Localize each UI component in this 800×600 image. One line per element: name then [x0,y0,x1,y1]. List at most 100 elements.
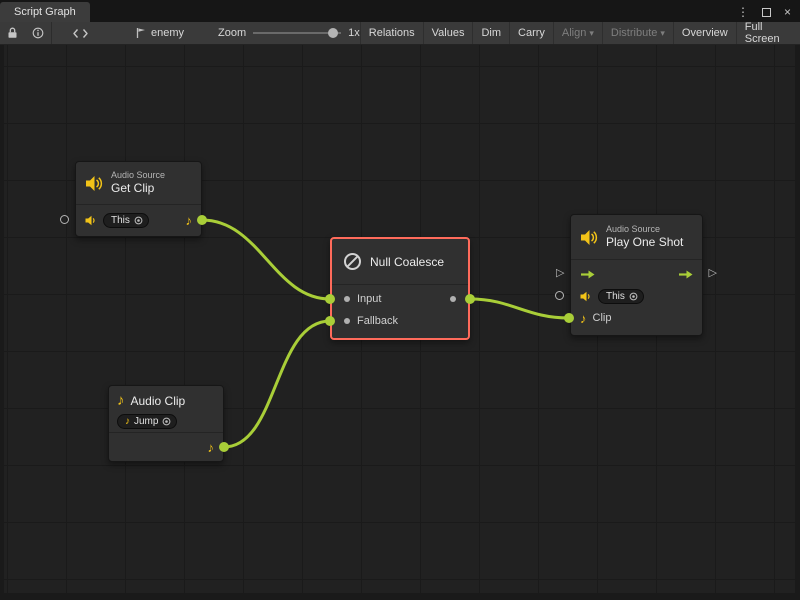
zoom-label: Zoom [218,27,246,39]
lock-icon [7,27,18,39]
port-clip-input-connected[interactable] [564,313,574,323]
flow-out-triangle-icon[interactable]: ▷ [709,268,717,279]
audio-clip-icon: ♪ [580,312,587,325]
node-title: Null Coalesce [370,255,444,269]
graph-asset[interactable]: enemy [135,27,184,39]
node-title: Play One Shot [606,235,683,249]
wire-nullcoalesce-to-clip[interactable] [470,299,569,318]
code-icon [73,28,88,39]
graph-toolbar: enemy Zoom 1x Relations Values Dim Carry… [0,22,800,45]
info-icon [32,27,44,39]
zoom-slider-handle[interactable] [328,28,338,38]
dim-label: Dim [481,27,501,39]
node-null-coalesce[interactable]: Null Coalesce Input Fallback [330,237,470,340]
info-button[interactable] [25,22,51,44]
audio-clip-icon: ♪ [208,441,215,454]
node-titles: Audio Source Play One Shot [606,224,683,249]
align-button[interactable]: Align ▾ [553,22,602,44]
values-button[interactable]: Values [423,22,473,44]
node-get-clip-header[interactable]: Audio Source Get Clip [76,162,201,204]
audio-clip-field-row: ♪ Jump [109,411,223,432]
close-icon[interactable]: × [784,6,791,18]
audio-clip-icon: ♪ [186,214,193,227]
node-play-one-shot-header[interactable]: Audio Source Play One Shot [571,215,702,259]
carry-button[interactable]: Carry [509,22,553,44]
port-this-input[interactable] [555,291,564,300]
menu-icon[interactable]: ⋮ [737,6,749,18]
this-field-value: This [606,291,625,302]
fallback-port-row: Fallback [332,310,468,332]
flow-in-triangle-icon[interactable]: ▷ [556,268,564,279]
result-port-dot[interactable] [450,296,456,302]
audio-source-icon [85,175,104,192]
port-result-output[interactable] [465,294,475,304]
flow-out-arrow-icon[interactable] [678,269,693,280]
tab-label: Script Graph [14,6,76,18]
fallback-port-dot[interactable] [344,318,350,324]
port-value-output[interactable] [219,442,229,452]
relations-button[interactable]: Relations [360,22,423,44]
object-picker-icon[interactable] [162,417,171,426]
window-controls: ⋮ × [737,6,800,22]
this-object-field[interactable]: This [598,289,644,304]
object-picker-icon[interactable] [134,216,143,225]
node-title: Get Clip [111,181,165,195]
input-port-label: Input [357,293,381,305]
audio-clip-icon: ♪ [117,393,125,408]
fallback-port-label: Fallback [357,315,398,327]
port-clip-output[interactable] [197,215,207,225]
audio-clip-object-field[interactable]: ♪ Jump [117,414,177,429]
null-coalesce-ports: Input Fallback [332,285,468,338]
full-screen-label: Full Screen [745,21,792,45]
unity-graph-window: Script Graph ⋮ × [0,0,800,600]
tab-script-graph[interactable]: Script Graph [0,2,90,22]
node-null-coalesce-header[interactable]: Null Coalesce [332,239,468,284]
tab-bar: Script Graph ⋮ × [0,0,800,22]
node-audio-clip[interactable]: ♪ Audio Clip ♪ Jump ♪ [108,385,224,462]
node-category: Audio Source [111,170,165,181]
relations-label: Relations [369,27,415,39]
distribute-label: Distribute [611,27,657,39]
graph-asset-icon [135,27,146,39]
maximize-icon[interactable] [762,8,771,17]
node-title: Audio Clip [131,394,186,408]
distribute-button[interactable]: Distribute ▾ [602,22,673,44]
graph-canvas[interactable]: Audio Source Get Clip This [0,45,800,600]
flow-in-arrow-icon[interactable] [580,269,595,280]
lock-button[interactable] [0,22,25,44]
port-input-connected[interactable] [325,294,335,304]
this-field-value: This [111,215,130,226]
clip-port-row: ♪ Clip [571,307,702,329]
get-clip-this-row: This ♪ [76,205,201,236]
this-object-field[interactable]: This [103,213,149,228]
node-get-clip[interactable]: Audio Source Get Clip This [75,161,202,237]
values-label: Values [432,27,465,39]
object-picker-icon[interactable] [629,292,638,301]
play-one-shot-this-row: This [571,285,702,307]
toolbar-separator [51,22,52,44]
audio-source-icon [580,291,592,302]
play-one-shot-ports: This ♪ Clip [571,260,702,335]
align-label: Align [562,27,586,39]
node-titles: Audio Source Get Clip [111,170,165,195]
node-category: Audio Source [606,224,683,235]
port-fallback-connected[interactable] [325,316,335,326]
caret-down-icon: ▾ [660,28,665,39]
dim-button[interactable]: Dim [472,22,509,44]
node-play-one-shot[interactable]: Audio Source Play One Shot [570,214,703,336]
null-coalesce-icon [342,251,363,272]
node-audio-clip-header[interactable]: ♪ Audio Clip [109,386,223,411]
edit-source-button[interactable] [66,22,95,44]
overview-label: Overview [682,27,728,39]
wire-audioclip-to-fallback[interactable] [224,321,330,447]
overview-button[interactable]: Overview [673,22,736,44]
zoom-slider[interactable] [253,32,341,34]
audio-clip-field-value: Jump [134,416,158,427]
input-port-dot[interactable] [344,296,350,302]
wire-getclip-to-input[interactable] [202,220,330,299]
audio-clip-icon: ♪ [125,417,130,427]
carry-label: Carry [518,27,545,39]
port-this-input[interactable] [60,215,69,224]
caret-down-icon: ▾ [589,28,594,39]
full-screen-button[interactable]: Full Screen [736,22,800,44]
